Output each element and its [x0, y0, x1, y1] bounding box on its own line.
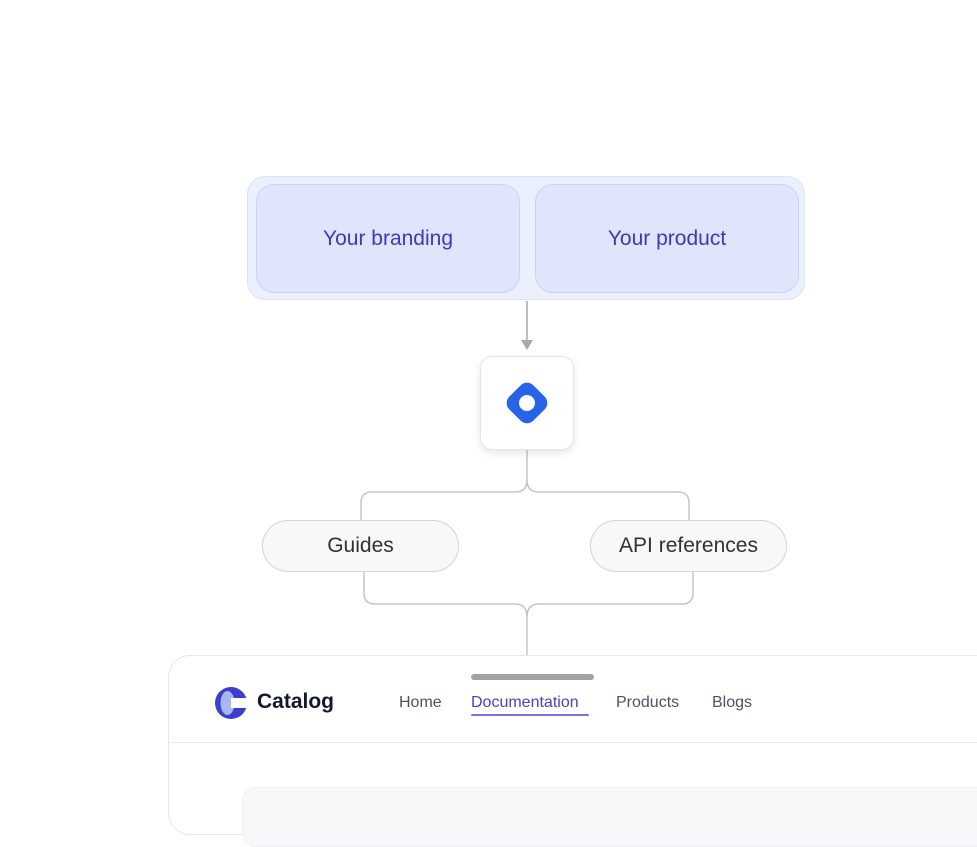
- hub-node: [480, 356, 574, 450]
- connector-outputs-to-site: [363, 572, 694, 655]
- diamond-ring-logo-icon: [506, 382, 548, 424]
- input-card-product: Your product: [535, 184, 799, 293]
- c-logo-icon: [215, 687, 248, 719]
- output-pill-api-references: API references: [590, 520, 787, 572]
- input-card-label: Your branding: [323, 226, 453, 250]
- nav-item-home[interactable]: Home: [399, 694, 442, 712]
- header-divider: [169, 742, 977, 743]
- input-card-branding: Your branding: [256, 184, 520, 293]
- active-nav-underline: [471, 714, 589, 716]
- drag-handle[interactable]: [471, 674, 594, 680]
- brand-name[interactable]: Catalog: [257, 690, 334, 714]
- output-pill-guides: Guides: [262, 520, 459, 572]
- output-pill-label: Guides: [327, 534, 394, 557]
- arrowhead-icon: [521, 340, 533, 350]
- output-pill-label: API references: [619, 534, 758, 557]
- nav-item-products[interactable]: Products: [616, 694, 679, 712]
- content-panel: [242, 787, 977, 847]
- nav-item-blogs[interactable]: Blogs: [712, 694, 752, 712]
- input-card-label: Your product: [607, 226, 727, 250]
- nav-item-documentation[interactable]: Documentation: [471, 694, 579, 712]
- connector-hub-to-outputs: [360, 450, 690, 520]
